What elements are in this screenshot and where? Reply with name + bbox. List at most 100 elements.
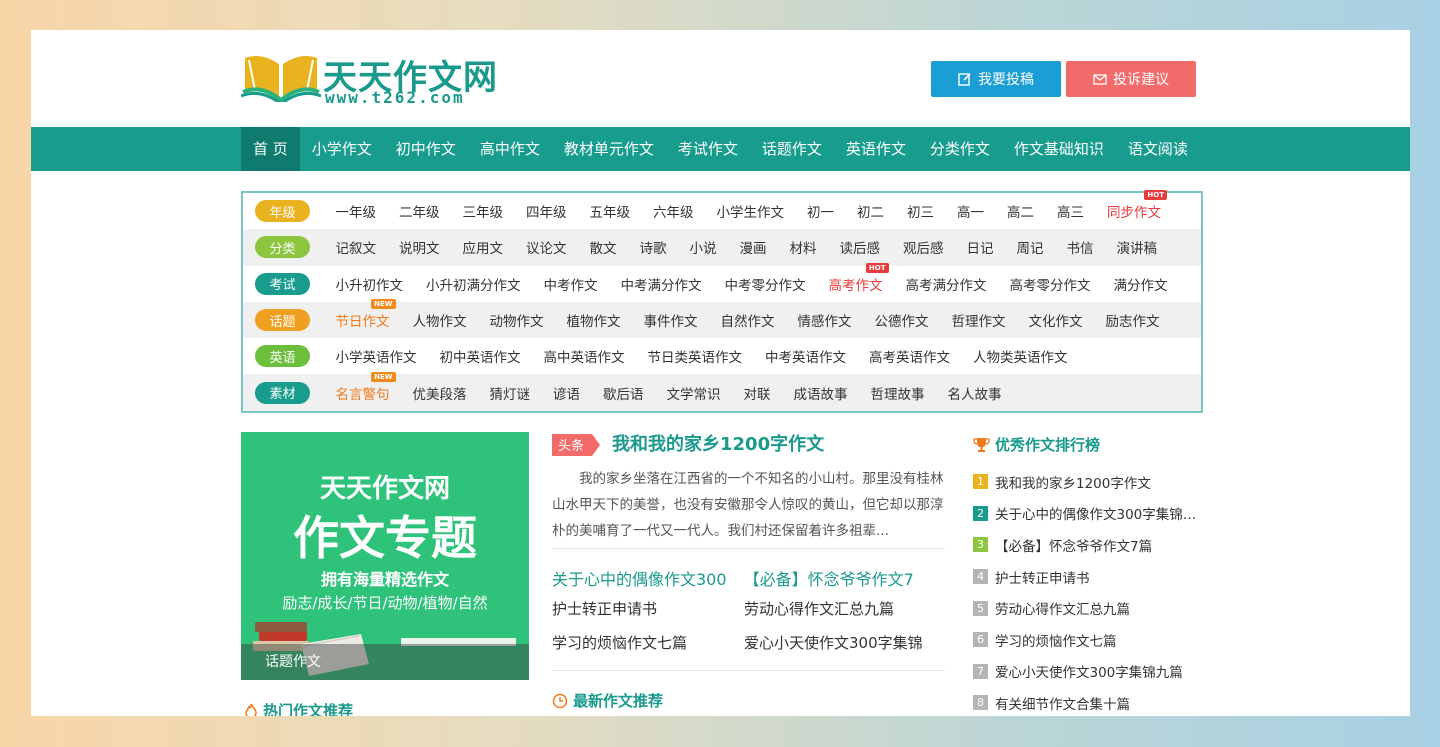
ranking-item[interactable]: 3 【必备】怀念爷爷作文7篇 bbox=[973, 529, 1203, 561]
category-link[interactable]: 名人故事 bbox=[948, 383, 1002, 403]
category-link[interactable]: 四年级 bbox=[526, 201, 567, 221]
nav-item[interactable]: 话题作文 bbox=[750, 127, 834, 171]
mid-link-1[interactable]: 关于心中的偶像作文300 bbox=[552, 570, 727, 589]
nav-item[interactable]: 小学作文 bbox=[300, 127, 384, 171]
category-link-text: 动物作文 bbox=[489, 314, 544, 331]
nav-item[interactable]: 英语作文 bbox=[834, 127, 918, 171]
ranking-item[interactable]: 5 劳动心得作文汇总九篇 bbox=[973, 592, 1203, 624]
category-link-text: 散文 bbox=[589, 241, 617, 258]
category-link[interactable]: 成语故事 bbox=[794, 383, 848, 403]
category-link[interactable]: 高考满分作文 bbox=[906, 274, 987, 294]
category-link[interactable]: 小升初满分作文 bbox=[426, 274, 521, 294]
nav-item[interactable]: 教材单元作文 bbox=[552, 127, 666, 171]
category-link[interactable]: 文化作文 bbox=[1029, 310, 1083, 330]
category-link[interactable]: 演讲稿 bbox=[1117, 237, 1158, 257]
category-link[interactable]: 高中英语作文 bbox=[544, 346, 625, 366]
category-link[interactable]: 人物类英语作文 bbox=[973, 346, 1068, 366]
category-link[interactable]: 哲理故事 bbox=[871, 383, 925, 403]
category-link[interactable]: 小说 bbox=[690, 237, 717, 257]
category-link[interactable]: 二年级 bbox=[399, 201, 440, 221]
category-link[interactable]: 三年级 bbox=[463, 201, 504, 221]
category-link[interactable]: 小学生作文 bbox=[717, 201, 785, 221]
category-link[interactable]: 五年级 bbox=[590, 201, 631, 221]
category-link[interactable]: 中考零分作文 bbox=[725, 274, 806, 294]
headline-title[interactable]: 我和我的家乡1200字作文 bbox=[612, 430, 824, 456]
category-link[interactable]: 谚语 bbox=[553, 383, 580, 403]
category-link[interactable]: 满分作文 bbox=[1114, 274, 1168, 294]
nav-item[interactable]: 初中作文 bbox=[384, 127, 468, 171]
category-link[interactable]: 人物作文 bbox=[413, 310, 467, 330]
ranking-item[interactable]: 4 护士转正申请书 bbox=[973, 561, 1203, 593]
mid-grid-link[interactable]: 劳动心得作文汇总九篇 bbox=[744, 598, 894, 619]
category-link[interactable]: 观后感 bbox=[903, 237, 944, 257]
category-link[interactable]: 中考满分作文 bbox=[621, 274, 702, 294]
complaint-button[interactable]: 投诉建议 bbox=[1066, 61, 1196, 97]
category-link[interactable]: 周记 bbox=[1017, 237, 1044, 257]
ranking-item[interactable]: 6 学习的烦恼作文七篇 bbox=[973, 624, 1203, 656]
category-link[interactable]: 初一 bbox=[807, 201, 834, 221]
category-link[interactable]: 六年级 bbox=[653, 201, 694, 221]
mid-grid-link[interactable]: 学习的烦恼作文七篇 bbox=[552, 632, 687, 653]
category-link[interactable]: 事件作文 bbox=[644, 310, 698, 330]
category-link[interactable]: 猜灯谜 bbox=[490, 383, 531, 403]
category-link[interactable]: 自然作文 bbox=[721, 310, 775, 330]
ranking-item[interactable]: 2 关于心中的偶像作文300字集锦1... bbox=[973, 498, 1203, 530]
category-link[interactable]: 书信 bbox=[1067, 237, 1094, 257]
category-link[interactable]: 议论文 bbox=[526, 237, 567, 257]
ranking-item[interactable]: 7 爱心小天使作文300字集锦九篇 bbox=[973, 656, 1203, 688]
category-link[interactable]: 初三 bbox=[907, 201, 934, 221]
nav-item-home[interactable]: 首 页 bbox=[241, 127, 300, 171]
nav-item[interactable]: 高中作文 bbox=[468, 127, 552, 171]
category-link[interactable]: 名言警句 NEW bbox=[336, 371, 396, 403]
category-link[interactable]: 小升初作文 bbox=[336, 274, 404, 294]
site-logo[interactable]: 天天作文网 www.t262.com bbox=[241, 50, 511, 110]
category-link[interactable]: 初中英语作文 bbox=[440, 346, 521, 366]
category-link[interactable]: 说明文 bbox=[399, 237, 440, 257]
category-link[interactable]: 读后感 bbox=[840, 237, 881, 257]
category-link[interactable]: 记叙文 bbox=[336, 237, 377, 257]
category-link[interactable]: 文学常识 bbox=[667, 383, 721, 403]
nav-item[interactable]: 语文阅读 bbox=[1116, 127, 1200, 171]
category-link[interactable]: 日记 bbox=[967, 237, 994, 257]
category-link[interactable]: 植物作文 bbox=[567, 310, 621, 330]
category-link[interactable]: 高一 bbox=[957, 201, 984, 221]
category-link[interactable]: 对联 bbox=[744, 383, 771, 403]
topic-banner[interactable]: 天天作文网 作文专题 拥有海量精选作文 励志/成长/节日/动物/植物/自然 话题… bbox=[241, 432, 529, 680]
mid-grid-link[interactable]: 爱心小天使作文300字集锦 bbox=[744, 632, 923, 653]
category-link[interactable]: 歇后语 bbox=[603, 383, 644, 403]
category-link-text: 节日类英语作文 bbox=[647, 350, 743, 367]
category-link[interactable]: 高考英语作文 bbox=[869, 346, 950, 366]
category-link[interactable]: 中考英语作文 bbox=[765, 346, 846, 366]
category-link[interactable]: 节日类英语作文 bbox=[648, 346, 743, 366]
category-link[interactable]: 一年级 bbox=[336, 201, 377, 221]
category-link[interactable]: 诗歌 bbox=[640, 237, 667, 257]
submit-article-button[interactable]: 我要投稿 bbox=[931, 61, 1061, 97]
category-link[interactable]: 励志作文 bbox=[1106, 310, 1160, 330]
ranking-item[interactable]: 8 有关细节作文合集十篇 bbox=[973, 687, 1203, 716]
category-link[interactable]: 应用文 bbox=[463, 237, 504, 257]
category-link[interactable]: 小学英语作文 bbox=[336, 346, 417, 366]
ranking-item[interactable]: 1 我和我的家乡1200字作文 bbox=[973, 466, 1203, 498]
category-link-text: 满分作文 bbox=[1113, 277, 1168, 294]
category-link[interactable]: 中考作文 bbox=[544, 274, 598, 294]
mid-grid-link[interactable]: 护士转正申请书 bbox=[552, 598, 657, 619]
category-link[interactable]: 同步作文 HOT bbox=[1107, 190, 1167, 221]
category-link[interactable]: 动物作文 bbox=[490, 310, 544, 330]
category-link[interactable]: 材料 bbox=[790, 237, 817, 257]
nav-item[interactable]: 分类作文 bbox=[918, 127, 1002, 171]
nav-item[interactable]: 考试作文 bbox=[666, 127, 750, 171]
category-link[interactable]: 优美段落 bbox=[413, 383, 467, 403]
category-link[interactable]: 漫画 bbox=[740, 237, 767, 257]
nav-item[interactable]: 作文基础知识 bbox=[1002, 127, 1116, 171]
category-link[interactable]: 情感作文 bbox=[798, 310, 852, 330]
category-link[interactable]: 散文 bbox=[590, 237, 617, 257]
category-link[interactable]: 高考零分作文 bbox=[1010, 274, 1091, 294]
category-link[interactable]: 高三 bbox=[1057, 201, 1084, 221]
category-link[interactable]: 公德作文 bbox=[875, 310, 929, 330]
mid-link-2[interactable]: 【必备】怀念爷爷作文7 bbox=[744, 570, 914, 589]
category-link[interactable]: 节日作文 NEW bbox=[336, 299, 396, 330]
category-link[interactable]: 哲理作文 bbox=[952, 310, 1006, 330]
category-link[interactable]: 初二 bbox=[857, 201, 884, 221]
category-link[interactable]: 高考作文 HOT bbox=[829, 262, 889, 294]
category-link[interactable]: 高二 bbox=[1007, 201, 1034, 221]
